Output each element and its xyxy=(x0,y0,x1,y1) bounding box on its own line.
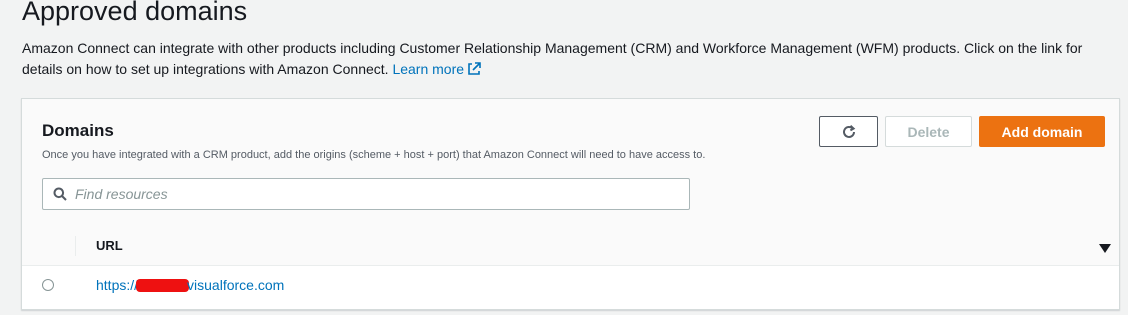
domains-panel-description: Once you have integrated with a CRM prod… xyxy=(42,149,706,161)
sort-caret-down-icon[interactable] xyxy=(1099,241,1111,259)
row-url-prefix: https:// xyxy=(96,277,139,293)
external-link-icon xyxy=(468,62,481,75)
page-title: Approved domains xyxy=(22,0,248,26)
refresh-button[interactable] xyxy=(819,116,878,147)
refresh-icon xyxy=(842,124,855,138)
column-divider xyxy=(75,236,76,256)
domains-panel-title: Domains xyxy=(42,121,114,140)
row-select-radio[interactable] xyxy=(42,279,54,291)
page-description: Amazon Connect can integrate with other … xyxy=(22,38,1112,80)
domains-panel-header: Domains Once you have integrated with a … xyxy=(22,99,1119,228)
row-url-suffix: visualforce.com xyxy=(187,277,285,293)
add-domain-button[interactable]: Add domain xyxy=(979,116,1105,147)
learn-more-label: Learn more xyxy=(392,61,465,77)
domains-panel: Domains Once you have integrated with a … xyxy=(21,98,1120,310)
search-box[interactable] xyxy=(42,178,690,210)
search-input[interactable] xyxy=(75,181,675,207)
redaction-mark xyxy=(136,279,190,292)
table-header: URL xyxy=(22,227,1119,266)
row-url-link[interactable]: https:// visualforce.com xyxy=(96,277,284,293)
learn-more-link[interactable]: Learn more xyxy=(392,61,481,77)
page-description-text: Amazon Connect can integrate with other … xyxy=(22,40,1083,77)
search-icon xyxy=(53,187,67,206)
delete-button[interactable]: Delete xyxy=(885,116,972,147)
table-row: https:// visualforce.com xyxy=(22,266,1119,306)
column-header-url[interactable]: URL xyxy=(96,238,123,253)
